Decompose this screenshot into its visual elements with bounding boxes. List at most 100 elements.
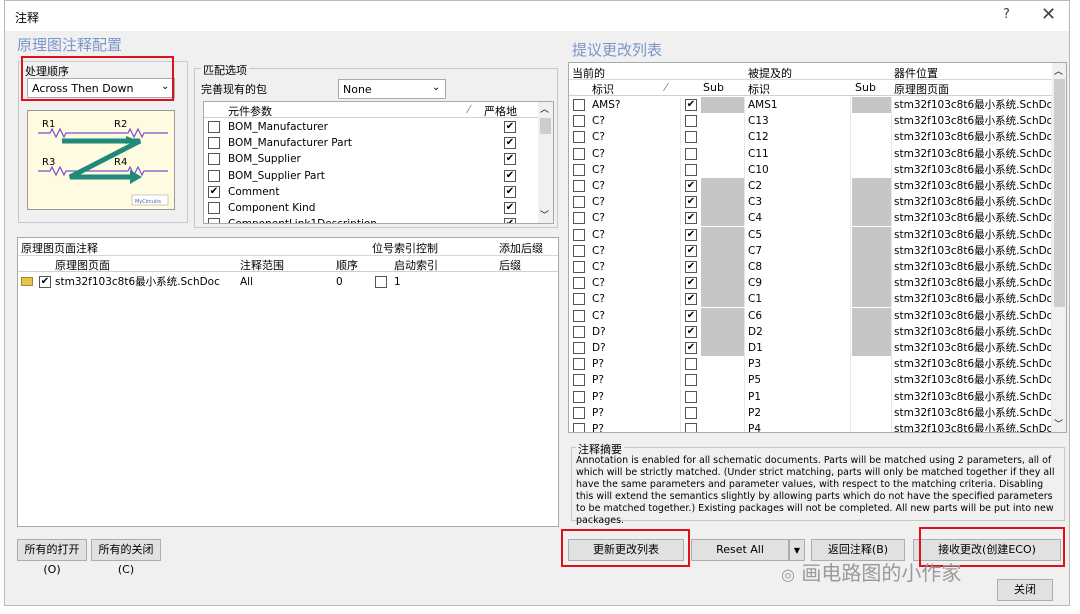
param-checkbox[interactable]: [208, 202, 220, 214]
param-checkbox[interactable]: [208, 137, 220, 150]
change-row[interactable]: C? C10 stm32f103c8t6最小系统.SchDoc: [569, 161, 1052, 178]
scroll-thumb[interactable]: [540, 118, 551, 134]
change-row[interactable]: C? ✔ C5 stm32f103c8t6最小系统.SchDoc: [569, 226, 1052, 243]
current-sub-checkbox[interactable]: [685, 131, 697, 144]
change-row[interactable]: C? ✔ C8 stm32f103c8t6最小系统.SchDoc: [569, 259, 1052, 275]
change-row[interactable]: AMS? ✔ AMS1 stm32f103c8t6最小系统.SchDoc: [569, 97, 1052, 113]
help-icon[interactable]: ?: [1003, 7, 1010, 22]
strict-checkbox[interactable]: ✔: [504, 169, 516, 182]
row-checkbox[interactable]: [573, 390, 585, 403]
strict-checkbox[interactable]: ✔: [504, 121, 516, 133]
param-scrollbar[interactable]: ︿ ﹀: [538, 102, 553, 223]
change-row[interactable]: C? ✔ C3 stm32f103c8t6最小系统.SchDoc: [569, 194, 1052, 211]
current-sub-checkbox[interactable]: ✔: [685, 99, 697, 111]
strict-checkbox[interactable]: ✔: [504, 137, 516, 150]
current-sub-checkbox[interactable]: [685, 374, 697, 387]
change-row[interactable]: C? ✔ C7 stm32f103c8t6最小系统.SchDoc: [569, 242, 1052, 259]
start-index-checkbox[interactable]: [375, 276, 387, 288]
change-row[interactable]: C? C12 stm32f103c8t6最小系统.SchDoc: [569, 129, 1052, 146]
param-checkbox[interactable]: [208, 153, 220, 166]
row-checkbox[interactable]: [573, 309, 585, 322]
change-row[interactable]: C? ✔ C2 stm32f103c8t6最小系统.SchDoc: [569, 178, 1052, 194]
change-row[interactable]: C? ✔ C9 stm32f103c8t6最小系统.SchDoc: [569, 275, 1052, 292]
current-sub-checkbox[interactable]: ✔: [685, 212, 697, 225]
current-sub-checkbox[interactable]: [685, 406, 697, 419]
current-sub-checkbox[interactable]: ✔: [685, 261, 697, 273]
param-checkbox[interactable]: [208, 121, 220, 133]
change-row[interactable]: P? P3 stm32f103c8t6最小系统.SchDoc: [569, 356, 1052, 373]
current-sub-checkbox[interactable]: ✔: [685, 180, 697, 192]
change-row[interactable]: D? ✔ D2 stm32f103c8t6最小系统.SchDoc: [569, 323, 1052, 340]
current-sub-checkbox[interactable]: [685, 147, 697, 160]
all-off-button[interactable]: 所有的关闭(C): [91, 539, 161, 576]
row-checkbox[interactable]: [573, 180, 585, 192]
current-sub-checkbox[interactable]: ✔: [685, 325, 697, 338]
change-row[interactable]: D? ✔ D1 stm32f103c8t6最小系统.SchDoc: [569, 340, 1052, 356]
change-row[interactable]: P? P4 stm32f103c8t6最小系统.SchDoc: [569, 421, 1052, 432]
close-button[interactable]: 关闭: [997, 579, 1053, 601]
current-sub-checkbox[interactable]: [685, 358, 697, 371]
current-sub-checkbox[interactable]: ✔: [685, 309, 697, 322]
sheet-enable-checkbox[interactable]: ✔: [39, 276, 51, 288]
strict-checkbox[interactable]: ✔: [504, 185, 516, 198]
current-sub-checkbox[interactable]: ✔: [685, 196, 697, 209]
change-scrollbar[interactable]: ︿ ﹀: [1052, 63, 1066, 432]
current-sub-checkbox[interactable]: [685, 115, 697, 128]
current-sub-checkbox[interactable]: [685, 423, 697, 432]
start-index-value[interactable]: 1: [394, 274, 401, 290]
sheet-scope[interactable]: All: [240, 274, 253, 290]
strict-checkbox[interactable]: ✔: [504, 202, 516, 214]
current-sub-checkbox[interactable]: ✔: [685, 244, 697, 257]
row-checkbox[interactable]: [573, 196, 585, 209]
row-checkbox[interactable]: [573, 244, 585, 257]
scroll-up-icon[interactable]: ︿: [540, 102, 549, 115]
change-row[interactable]: P? P1 stm32f103c8t6最小系统.SchDoc: [569, 388, 1052, 405]
change-row[interactable]: C? ✔ C4 stm32f103c8t6最小系统.SchDoc: [569, 210, 1052, 227]
current-sub-checkbox[interactable]: ✔: [685, 293, 697, 306]
param-item[interactable]: BOM_Manufacturer Part ✔: [204, 135, 538, 151]
row-checkbox[interactable]: [573, 374, 585, 387]
current-sub-checkbox[interactable]: [685, 390, 697, 403]
row-checkbox[interactable]: [573, 423, 585, 432]
param-checkbox[interactable]: [208, 218, 220, 223]
current-sub-checkbox[interactable]: ✔: [685, 277, 697, 290]
row-checkbox[interactable]: [573, 358, 585, 371]
param-item[interactable]: Component Kind ✔: [204, 200, 538, 216]
row-checkbox[interactable]: [573, 99, 585, 111]
param-item[interactable]: ComponentLink1Description ✔: [204, 216, 538, 223]
change-row[interactable]: C? ✔ C1 stm32f103c8t6最小系统.SchDoc: [569, 291, 1052, 308]
sheet-order[interactable]: 0: [336, 274, 343, 290]
row-checkbox[interactable]: [573, 325, 585, 338]
scroll-down-icon[interactable]: ﹀: [540, 208, 549, 221]
row-checkbox[interactable]: [573, 147, 585, 160]
param-item[interactable]: ✔ Comment ✔: [204, 184, 538, 200]
current-sub-checkbox[interactable]: [685, 163, 697, 176]
change-row[interactable]: P? P5 stm32f103c8t6最小系统.SchDoc: [569, 372, 1052, 389]
row-checkbox[interactable]: [573, 115, 585, 128]
row-checkbox[interactable]: [573, 277, 585, 290]
row-checkbox[interactable]: [573, 342, 585, 354]
param-checkbox[interactable]: ✔: [208, 185, 220, 198]
row-checkbox[interactable]: [573, 406, 585, 419]
strict-checkbox[interactable]: ✔: [504, 153, 516, 166]
row-checkbox[interactable]: [573, 212, 585, 225]
row-checkbox[interactable]: [573, 131, 585, 144]
row-checkbox[interactable]: [573, 261, 585, 273]
sheet-row[interactable]: ✔ stm32f103c8t6最小系统.SchDoc All 0 1: [18, 274, 558, 290]
complete-select[interactable]: None ⌄: [338, 79, 446, 99]
scroll-down-icon[interactable]: ﹀: [1054, 417, 1063, 430]
scroll-up-icon[interactable]: ︿: [1054, 64, 1063, 77]
param-checkbox[interactable]: [208, 169, 220, 182]
row-checkbox[interactable]: [573, 293, 585, 306]
reset-all-button[interactable]: Reset All: [691, 539, 789, 561]
param-item[interactable]: BOM_Supplier ✔: [204, 151, 538, 167]
row-checkbox[interactable]: [573, 228, 585, 241]
change-row[interactable]: C? C13 stm32f103c8t6最小系统.SchDoc: [569, 113, 1052, 130]
param-item[interactable]: BOM_Supplier Part ✔: [204, 168, 538, 184]
strict-checkbox[interactable]: ✔: [504, 218, 516, 223]
change-row[interactable]: P? P2 stm32f103c8t6最小系统.SchDoc: [569, 404, 1052, 421]
close-icon[interactable]: ✕: [1041, 4, 1056, 25]
current-sub-checkbox[interactable]: ✔: [685, 342, 697, 354]
change-row[interactable]: C? C11 stm32f103c8t6最小系统.SchDoc: [569, 145, 1052, 162]
all-on-button[interactable]: 所有的打开(O): [17, 539, 87, 576]
